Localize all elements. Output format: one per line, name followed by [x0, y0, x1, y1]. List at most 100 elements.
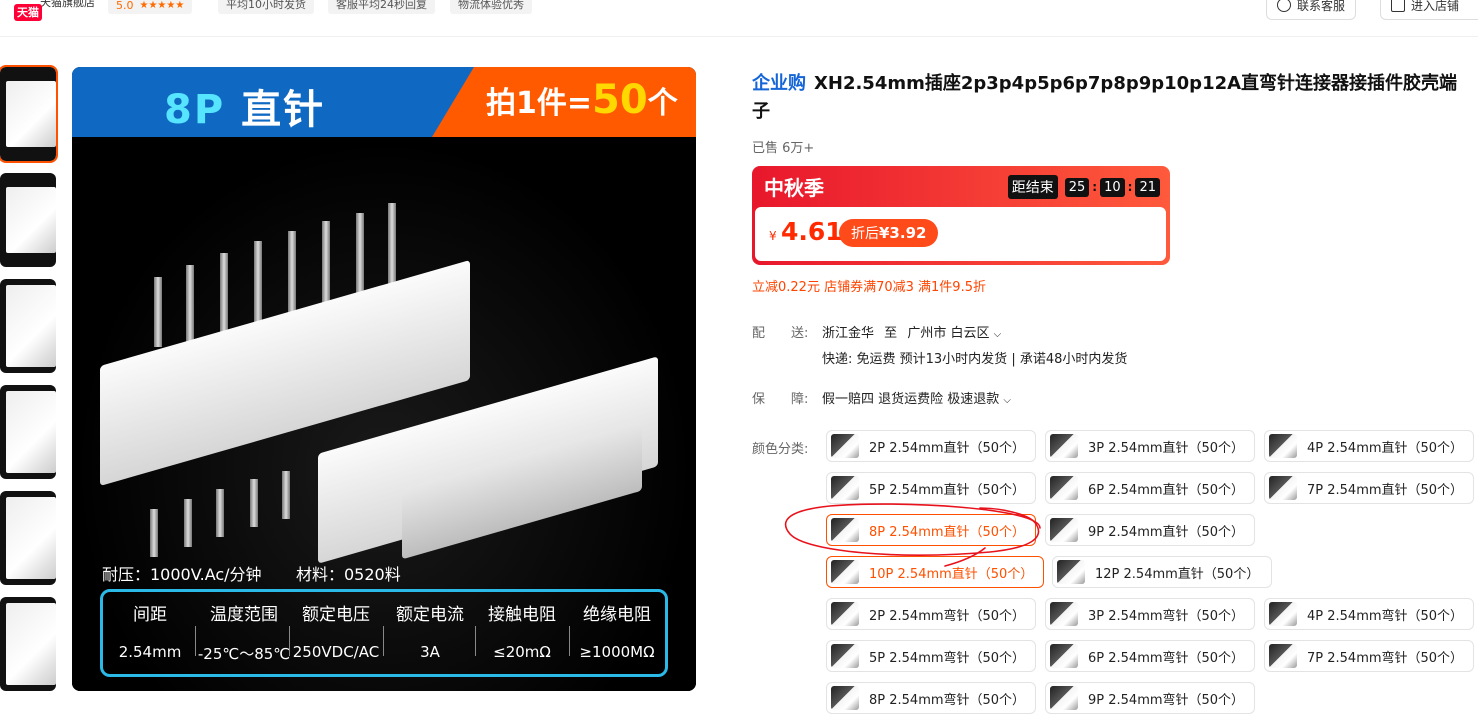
- sku-thumbnail: [1050, 518, 1078, 542]
- sku-thumbnail: [1050, 602, 1078, 626]
- spec-temperature: 温度范围 -25℃～85℃: [197, 605, 291, 663]
- thumbnail-1[interactable]: [0, 65, 58, 163]
- delivery-route: 浙江金华 至 广州市 白云区 ⌵: [822, 322, 1001, 341]
- sku-thumbnail: [831, 686, 859, 710]
- sku-option-4p-straight[interactable]: 4P 2.54mm直针（50个）: [1264, 430, 1474, 462]
- enter-shop-button[interactable]: 进入店铺: [1380, 0, 1478, 20]
- guarantee-items[interactable]: 假一赔四 退货运费险 极速退款 ⌵: [822, 388, 1011, 407]
- sku-option-12p-straight[interactable]: 12P 2.54mm直针（50个）: [1052, 556, 1272, 588]
- material-note: 材料：0520料: [296, 565, 401, 584]
- thumbnail-6[interactable]: [0, 597, 56, 691]
- countdown-minutes: 10: [1100, 177, 1125, 197]
- thumbnail-3[interactable]: [0, 279, 56, 373]
- sku-thumbnail: [831, 434, 859, 458]
- spec-voltage: 额定电压 250VDC/AC: [292, 605, 380, 661]
- spec-current: 额定电流 3A: [396, 605, 464, 661]
- sku-option-9p-bent[interactable]: 9P 2.54mm弯针（50个）: [1045, 682, 1255, 714]
- sku-thumbnail: [831, 644, 859, 668]
- thumbnail-2[interactable]: [0, 173, 56, 267]
- service-tag-logistics: 物流体验优秀: [450, 0, 532, 14]
- after-discount-label: 折后: [851, 226, 879, 242]
- countdown-seconds: 21: [1135, 177, 1160, 197]
- spec-table: 间距 2.54mm 温度范围 -25℃～85℃ 额定电压 250VDC/AC 额定电流…: [100, 589, 668, 677]
- sku-thumbnail: [1050, 686, 1078, 710]
- tmall-badge: 天猫: [14, 4, 42, 21]
- sku-option-6p-bent[interactable]: 6P 2.54mm弯针（50个）: [1045, 640, 1255, 672]
- headline-pin-type: 直针: [241, 87, 326, 133]
- enterprise-badge[interactable]: 企业购: [752, 73, 806, 94]
- coupon-line[interactable]: 立减0.22元 店铺券满70减3 满1件9.5折: [752, 276, 986, 295]
- sku-option-10p-straight[interactable]: 10P 2.54mm直针（50个）: [826, 556, 1044, 588]
- contact-service-button[interactable]: 联系客服: [1266, 0, 1357, 20]
- sku-option-7p-bent[interactable]: 7P 2.54mm弯针（50个）: [1264, 640, 1474, 672]
- sku-thumbnail: [1269, 602, 1297, 626]
- thumbnail-4[interactable]: [0, 385, 56, 479]
- sku-option-5p-straight[interactable]: 5P 2.54mm直针（50个）: [826, 472, 1036, 504]
- delivery-destination[interactable]: 广州市 白云区: [907, 326, 989, 341]
- sku-thumbnail: [1050, 434, 1078, 458]
- sold-count: 已售 6万+: [752, 141, 815, 156]
- countdown-label: 距结束: [1007, 175, 1058, 199]
- rating-value: 5.0: [116, 0, 134, 12]
- sku-thumbnail: [1050, 476, 1078, 500]
- enter-shop-label: 进入店铺: [1411, 0, 1460, 13]
- sku-option-2p-bent[interactable]: 2P 2.54mm弯针（50个）: [826, 598, 1036, 630]
- product-title: 企业购 XH2.54mm插座2p3p4p5p6p7p8p9p10p12A直弯针连接…: [752, 70, 1472, 126]
- countdown: 距结束 25 : 10 : 21: [1007, 175, 1160, 199]
- headline-pin-count: 8P: [164, 87, 226, 133]
- delivery-origin: 浙江金华: [822, 326, 875, 341]
- spec-insulation-resistance: 绝缘电阻 ≥1000MΩ: [579, 605, 655, 661]
- contact-service-label: 联系客服: [1297, 0, 1346, 13]
- countdown-hours: 25: [1064, 177, 1090, 197]
- shop-name[interactable]: 天猫旗舰店: [40, 0, 95, 10]
- spec-contact-resistance: 接触电阻 ≤20mΩ: [488, 605, 556, 661]
- sku-thumbnail: [1057, 560, 1085, 584]
- festival-label: 中秋季: [764, 176, 824, 200]
- after-discount-price: ¥3.92: [879, 224, 927, 242]
- sku-option-5p-bent[interactable]: 5P 2.54mm弯针（50个）: [826, 640, 1036, 672]
- rating-stars-icon: ★★★★★: [139, 0, 185, 11]
- sku-thumbnail: [1269, 434, 1297, 458]
- chevron-down-icon[interactable]: ⌵: [994, 329, 1002, 340]
- sku-option-8p-straight[interactable]: 8P 2.54mm直针（50个）: [826, 514, 1036, 546]
- sku-option-2p-straight[interactable]: 2P 2.54mm直针（50个）: [826, 430, 1036, 462]
- thumbnail-5[interactable]: [0, 491, 56, 585]
- promo-prefix: 拍1件=: [486, 86, 593, 121]
- promo-text: 拍1件=50个: [486, 77, 678, 123]
- sku-option-3p-bent[interactable]: 3P 2.54mm弯针（50个）: [1045, 598, 1255, 630]
- sku-thumbnail: [1269, 644, 1297, 668]
- guarantee-text: 假一赔四 退货运费险 极速退款: [822, 392, 1000, 407]
- color-category-label: 颜色分类:: [752, 442, 809, 457]
- sku-option-3p-straight[interactable]: 3P 2.54mm直针（50个）: [1045, 430, 1255, 462]
- sku-thumbnail: [831, 476, 859, 500]
- after-discount-pill: 折后¥3.92: [839, 219, 939, 247]
- price-card: 中秋季 距结束 25 : 10 : 21 ¥ 4.61 折后¥3.92: [752, 166, 1170, 265]
- sku-thumbnail: [1050, 644, 1078, 668]
- shop-rating: 5.0 ★★★★★: [108, 0, 193, 14]
- guarantee-label: 保 障:: [752, 392, 809, 407]
- sku-option-4p-bent[interactable]: 4P 2.54mm弯针（50个）: [1264, 598, 1474, 630]
- sku-option-6p-straight[interactable]: 6P 2.54mm直针（50个）: [1045, 472, 1255, 504]
- chevron-down-icon: ⌵: [1003, 395, 1011, 406]
- currency-symbol: ¥: [769, 229, 777, 243]
- delivery-to-word: 至: [884, 326, 898, 341]
- sku-thumbnail: [831, 518, 859, 542]
- service-tag-shipping: 平均10小时发货: [218, 0, 314, 14]
- sku-option-7p-straight[interactable]: 7P 2.54mm直针（50个）: [1264, 472, 1474, 504]
- promo-suffix: 个: [647, 86, 678, 121]
- sku-thumbnail: [1269, 476, 1297, 500]
- promo-number: 50: [592, 77, 648, 123]
- image-headline: 8P 直针: [164, 77, 325, 135]
- shop-header-bar: 天猫旗舰店 天猫 5.0 ★★★★★ 平均10小时发货 客服平均24秒回复 物流…: [0, 0, 1478, 37]
- headset-icon: [1277, 0, 1291, 12]
- delivery-details: 快递: 免运费 预计13小时内发货 | 承诺48小时内发货: [822, 352, 1128, 367]
- price-box: ¥ 4.61 折后¥3.92: [755, 207, 1166, 261]
- voltage-note: 耐压：1000V.Ac/分钟: [102, 565, 262, 584]
- sku-option-9p-straight[interactable]: 9P 2.54mm直针（50个）: [1045, 514, 1255, 546]
- sku-option-8p-bent[interactable]: 8P 2.54mm弯针（50个）: [826, 682, 1036, 714]
- sku-thumbnail: [831, 560, 859, 584]
- service-tag-reply: 客服平均24秒回复: [328, 0, 435, 14]
- spec-pitch: 间距 2.54mm: [118, 605, 182, 661]
- sku-thumbnail: [831, 602, 859, 626]
- main-product-image[interactable]: 8P 直针 拍1件=50个 耐压：1000V.Ac/分钟 材料：0520料 间距…: [72, 67, 696, 691]
